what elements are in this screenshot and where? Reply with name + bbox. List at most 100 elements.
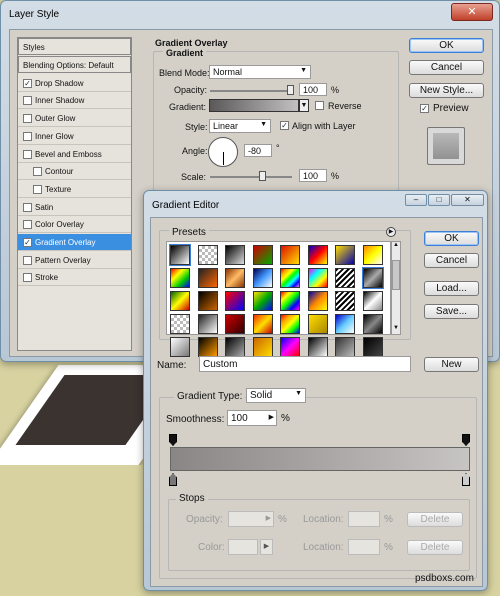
preset-swatch[interactable] xyxy=(307,245,328,265)
color-menu-icon[interactable]: ▶ xyxy=(260,539,273,555)
sidebar-checkbox[interactable] xyxy=(23,131,32,141)
preset-swatch[interactable] xyxy=(280,291,300,311)
scroll-up-icon[interactable]: ▲ xyxy=(392,242,400,251)
preset-swatch[interactable] xyxy=(170,337,190,357)
scale-input[interactable]: 100 xyxy=(299,169,327,182)
stop-opacity-input[interactable]: ▶ xyxy=(228,511,274,527)
preset-swatch[interactable] xyxy=(280,245,300,265)
preset-swatch[interactable] xyxy=(362,245,383,265)
preset-swatch[interactable] xyxy=(197,314,218,334)
name-input[interactable]: Custom xyxy=(199,356,411,372)
gradient-type-select[interactable]: Solid ▼ xyxy=(246,388,306,403)
preset-swatch[interactable] xyxy=(197,337,218,357)
minimize-button[interactable]: – xyxy=(405,194,427,206)
preset-swatch[interactable] xyxy=(335,268,355,288)
preset-swatch[interactable] xyxy=(197,245,218,265)
sidebar-checkbox[interactable] xyxy=(23,114,32,124)
scale-slider-track[interactable] xyxy=(210,176,292,178)
sidebar-item[interactable]: Color Overlay xyxy=(18,216,131,234)
editor-ok-button[interactable]: OK xyxy=(424,231,479,246)
gradient-bar[interactable] xyxy=(170,447,470,471)
ok-button[interactable]: OK xyxy=(409,38,484,53)
preset-swatch[interactable] xyxy=(225,291,245,311)
preset-swatch[interactable] xyxy=(307,291,328,311)
preset-swatch[interactable] xyxy=(280,337,300,357)
sidebar-item[interactable]: Inner Glow xyxy=(18,128,131,145)
preset-swatch[interactable] xyxy=(170,291,190,311)
sidebar-checkbox[interactable] xyxy=(33,184,42,194)
sidebar-item[interactable]: Bevel and Emboss xyxy=(18,146,131,163)
opacity-input[interactable]: 100 xyxy=(299,83,327,96)
sidebar-checkbox[interactable] xyxy=(33,167,42,177)
new-style-button[interactable]: New Style... xyxy=(409,83,484,98)
preset-swatch[interactable] xyxy=(252,245,273,265)
preset-swatch[interactable] xyxy=(307,314,328,334)
save-button[interactable]: Save... xyxy=(424,304,479,319)
close-button[interactable]: ✕ xyxy=(451,3,493,21)
align-layer-checkbox[interactable]: ✓ xyxy=(280,121,289,130)
delete-opacity-stop-button[interactable]: Delete xyxy=(407,512,463,527)
sidebar-item[interactable]: Pattern Overlay xyxy=(18,252,131,269)
opacity-location-input[interactable] xyxy=(348,511,380,527)
angle-input[interactable]: -80 xyxy=(244,144,272,157)
preset-swatch[interactable] xyxy=(335,291,355,311)
preset-swatch[interactable] xyxy=(225,245,245,265)
sidebar-item[interactable]: ✓ Drop Shadow xyxy=(18,75,131,92)
reverse-checkbox[interactable] xyxy=(315,101,324,110)
preset-swatch[interactable] xyxy=(280,268,300,288)
scroll-thumb[interactable] xyxy=(392,260,400,290)
stepper-arrow-icon[interactable]: ▶ xyxy=(266,514,271,522)
sidebar-item[interactable]: ✓ Gradient Overlay xyxy=(18,234,131,251)
preset-swatch[interactable] xyxy=(335,314,355,334)
sidebar-checkbox[interactable] xyxy=(23,96,32,106)
preset-swatch[interactable] xyxy=(252,337,273,357)
preset-swatch[interactable] xyxy=(252,291,273,311)
sidebar-checkbox[interactable] xyxy=(23,273,32,283)
preset-swatch[interactable] xyxy=(362,314,383,334)
preset-swatch[interactable] xyxy=(335,337,355,357)
opacity-slider-track[interactable] xyxy=(210,90,292,92)
sidebar-checkbox[interactable] xyxy=(23,255,32,265)
preset-swatch[interactable] xyxy=(252,314,273,334)
angle-dial[interactable] xyxy=(208,137,238,167)
preview-checkbox[interactable]: ✓ xyxy=(420,104,429,113)
opacity-slider-thumb[interactable] xyxy=(287,85,294,95)
editor-cancel-button[interactable]: Cancel xyxy=(424,253,479,268)
preset-swatch[interactable] xyxy=(170,268,190,288)
presets-menu-icon[interactable]: ▶ xyxy=(386,227,396,237)
sidebar-item[interactable]: Styles xyxy=(18,38,131,55)
preset-swatch[interactable] xyxy=(280,314,300,334)
sidebar-item[interactable]: Satin xyxy=(18,199,131,216)
load-button[interactable]: Load... xyxy=(424,281,479,296)
sidebar-checkbox[interactable] xyxy=(23,220,32,230)
sidebar-item[interactable]: Stroke xyxy=(18,269,131,287)
preset-swatch[interactable] xyxy=(197,268,218,288)
sidebar-checkbox[interactable]: ✓ xyxy=(23,78,32,88)
maximize-button[interactable]: □ xyxy=(428,194,450,206)
sidebar-item[interactable]: Texture xyxy=(18,181,131,198)
sidebar-item[interactable]: Contour xyxy=(18,163,131,181)
preset-swatch[interactable] xyxy=(225,314,245,334)
preset-swatch[interactable] xyxy=(170,245,190,265)
presets-scrollbar[interactable]: ▲ ▼ xyxy=(391,241,401,335)
sidebar-checkbox[interactable]: ✓ xyxy=(23,238,32,247)
scroll-down-icon[interactable]: ▼ xyxy=(392,325,400,334)
gradient-dropdown-button[interactable]: ▼ xyxy=(299,99,309,112)
cancel-button[interactable]: Cancel xyxy=(409,60,484,75)
preset-swatch[interactable] xyxy=(335,245,355,265)
sidebar-item[interactable]: Inner Shadow xyxy=(18,92,131,110)
preset-swatch[interactable] xyxy=(362,291,383,311)
stop-color-swatch[interactable] xyxy=(228,539,258,555)
preset-swatch[interactable] xyxy=(362,268,383,288)
new-button[interactable]: New xyxy=(424,357,479,372)
scale-slider-thumb[interactable] xyxy=(259,171,266,181)
style-select[interactable]: Linear ▼ xyxy=(209,119,271,133)
smoothness-input[interactable]: 100 ▶ xyxy=(227,410,277,426)
sidebar-item[interactable]: Outer Glow xyxy=(18,110,131,128)
sidebar-checkbox[interactable] xyxy=(23,202,32,212)
gradient-preview[interactable] xyxy=(209,99,299,112)
color-location-input[interactable] xyxy=(348,539,380,555)
delete-color-stop-button[interactable]: Delete xyxy=(407,540,463,555)
close-button[interactable]: ✕ xyxy=(451,194,484,206)
stepper-arrow-icon[interactable]: ▶ xyxy=(269,413,274,421)
